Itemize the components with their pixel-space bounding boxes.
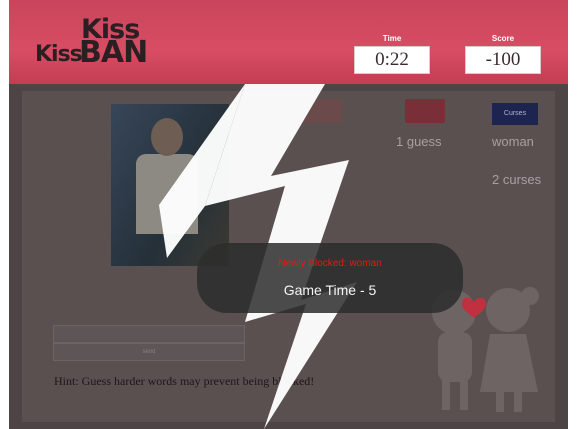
- blocked-word-text: Newly Blocked: woman: [278, 258, 382, 269]
- lightning-bolt-icon: [159, 84, 357, 429]
- blocked-popup: Newly Blocked: woman Game Time - 5: [197, 243, 463, 313]
- game-frame: Kiss Kiss BAN Time 0:22 Score -100 Curse…: [9, 0, 568, 429]
- game-time-text: Game Time - 5: [283, 282, 377, 298]
